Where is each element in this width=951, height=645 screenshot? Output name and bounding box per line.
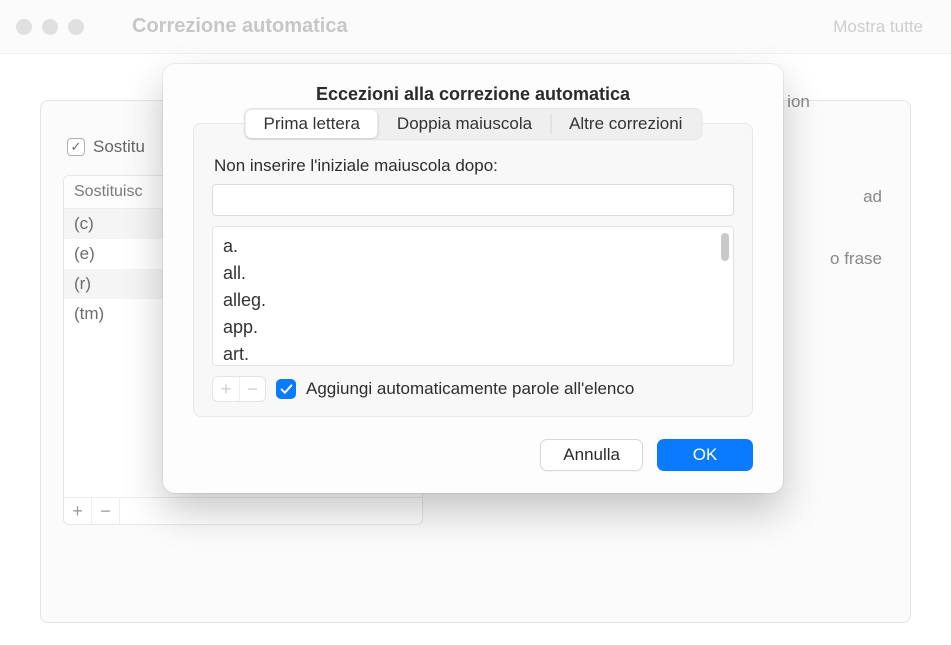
minimize-icon[interactable] — [42, 19, 58, 35]
cancel-button[interactable]: Annulla — [540, 439, 643, 471]
scrollbar-thumb[interactable] — [721, 233, 729, 261]
window-titlebar: Correzione automatica Mostra tutte — [0, 0, 951, 54]
dialog-title: Eccezioni alla correzione automatica — [193, 84, 753, 105]
list-item[interactable]: a. — [223, 233, 723, 260]
close-icon[interactable] — [16, 19, 32, 35]
exceptions-list[interactable]: a. all. alleg. app. art. — [212, 226, 734, 366]
table-add-remove-bar: + − — [64, 497, 422, 524]
show-all-button[interactable]: Mostra tutte — [819, 11, 937, 43]
auto-add-label: Aggiungi automaticamente parole all'elen… — [306, 379, 634, 399]
zoom-icon[interactable] — [68, 19, 84, 35]
bg-text-partial-2: o frase — [830, 249, 882, 269]
checkbox-icon[interactable]: ✓ — [67, 138, 85, 156]
add-button[interactable]: + — [64, 498, 92, 524]
bg-substitute-label: Sostitu — [93, 137, 145, 157]
list-item[interactable]: art. — [223, 341, 723, 366]
exception-input[interactable] — [212, 184, 734, 216]
segmented-tabs: Prima lettera Doppia maiuscola Altre cor… — [244, 108, 703, 140]
list-add-remove: + − — [212, 376, 266, 402]
tab-other-corrections[interactable]: Altre correzioni — [551, 110, 700, 138]
add-exception-button[interactable]: + — [213, 377, 239, 401]
remove-exception-button[interactable]: − — [239, 377, 265, 401]
list-item[interactable]: alleg. — [223, 287, 723, 314]
tab-first-letter[interactable]: Prima lettera — [246, 110, 378, 138]
dialog-group: Prima lettera Doppia maiuscola Altre cor… — [193, 123, 753, 417]
exceptions-dialog: Eccezioni alla correzione automatica Pri… — [163, 64, 783, 493]
bg-text-partial-1: ad — [863, 187, 882, 207]
list-item[interactable]: app. — [223, 314, 723, 341]
tab-double-capital[interactable]: Doppia maiuscola — [379, 110, 550, 138]
checkmark-icon — [280, 383, 293, 396]
auto-add-checkbox[interactable] — [276, 379, 296, 399]
remove-button[interactable]: − — [92, 498, 120, 524]
dialog-footer: Annulla OK — [193, 439, 753, 471]
list-item[interactable]: all. — [223, 260, 723, 287]
below-list-controls: + − Aggiungi automaticamente parole all'… — [212, 376, 734, 402]
instruction-label: Non inserire l'iniziale maiuscola dopo: — [214, 156, 732, 176]
traffic-lights — [16, 19, 84, 35]
ok-button[interactable]: OK — [657, 439, 753, 471]
window-title: Correzione automatica — [132, 15, 348, 38]
